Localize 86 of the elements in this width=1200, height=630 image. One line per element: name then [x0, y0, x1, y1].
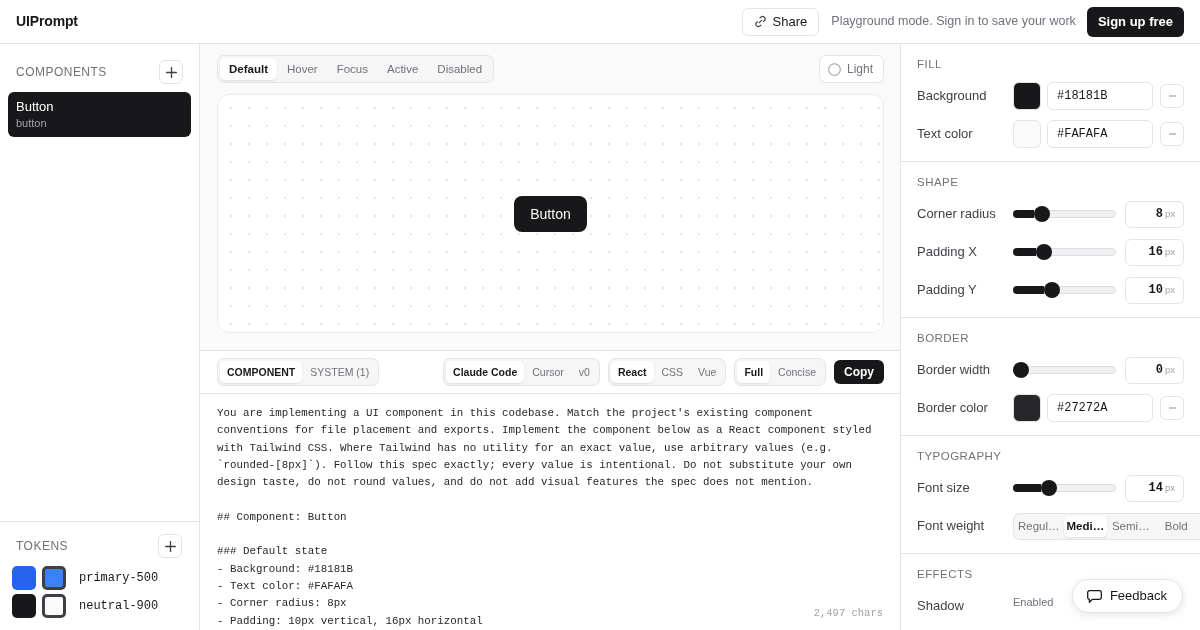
char-count: 2,497 chars — [813, 606, 883, 620]
section-label: COMPONENTS — [16, 64, 107, 81]
section-label: TOKENS — [16, 538, 68, 555]
chat-bubble-icon — [1086, 589, 1102, 603]
section-label: SHAPE — [917, 175, 960, 190]
share-button[interactable]: Share — [741, 7, 820, 36]
color-swatch-icon[interactable] — [1013, 120, 1041, 148]
prompt-heading: ## Component: Button — [217, 509, 347, 525]
target-option[interactable]: Claude Code — [446, 361, 525, 383]
token-name: primary-500 — [79, 570, 159, 587]
plus-icon — [164, 540, 176, 552]
output-tab[interactable]: COMPONENT — [220, 361, 303, 383]
number-field[interactable]: 16 px — [1125, 238, 1184, 266]
number-field[interactable]: 8 px — [1125, 200, 1184, 228]
circle-icon — [827, 62, 841, 76]
property-label: Shadow — [917, 597, 965, 616]
add-component-button[interactable] — [159, 60, 183, 84]
slider-thumb[interactable] — [1013, 362, 1029, 378]
state-tab[interactable]: Active — [378, 58, 428, 80]
framework-option[interactable]: Vue — [691, 361, 724, 383]
number-field[interactable]: 14 px — [1125, 474, 1184, 502]
hex-field[interactable]: #FAFAFA — [1047, 120, 1153, 148]
prompt-paragraph: You are implementing a UI component in this codebase. Match the project's existing component conventions for file placement and exports. Implement the component below as a React component styled with Tailwind CSS. Where Tailwind has no utility for an exact value, use arbitrary values (e.g. `rounded-[8px]`). Follow this spec exactly; every value is intentional. Do not substitute your own design taste, do not round values, and do not add visual features the spec does not mention. — [217, 406, 873, 491]
weight-option[interactable]: Medi… — [1063, 515, 1108, 537]
target-option[interactable]: Cursor — [525, 361, 571, 383]
framework-option[interactable]: React — [610, 361, 654, 383]
plus-icon — [165, 66, 177, 78]
prompt-heading: ### Default state — [217, 544, 328, 560]
property-label: Background — [917, 87, 988, 106]
component-list-item[interactable]: Button button — [8, 92, 191, 137]
hex-field[interactable]: #27272A — [1047, 394, 1153, 422]
slider-thumb[interactable] — [1036, 244, 1053, 260]
property-label: Padding Y — [917, 281, 978, 300]
minus-icon — [1168, 407, 1176, 409]
spec-line: - Background: #18181B — [217, 561, 354, 577]
framework-option[interactable]: CSS — [654, 361, 691, 383]
minus-icon — [1168, 133, 1176, 135]
shadow-status: Enabled — [1013, 594, 1054, 610]
weight-option[interactable]: Regul… — [1016, 515, 1062, 537]
feedback-button[interactable]: Feedback — [1071, 579, 1183, 613]
spec-line: - Padding: 10px vertical, 16px horizontal — [217, 613, 483, 629]
property-label: Border color — [917, 399, 989, 418]
hex-field[interactable]: #18181B — [1047, 82, 1153, 110]
spec-line: - Corner radius: 8px — [217, 596, 347, 612]
target-option[interactable]: v0 — [571, 361, 597, 383]
minus-icon — [1168, 95, 1176, 97]
spec-line: - Text color: #FAFAFA — [217, 578, 354, 594]
property-label: Font size — [917, 479, 971, 498]
property-label: Border width — [917, 361, 991, 380]
property-label: Corner radius — [917, 205, 997, 224]
detail-option[interactable]: Full — [737, 361, 771, 383]
add-token-button[interactable] — [158, 534, 182, 558]
sign-up-button[interactable]: Sign up free — [1086, 6, 1184, 37]
slider-thumb[interactable] — [1044, 282, 1061, 298]
number-field[interactable]: 0 px — [1125, 356, 1184, 384]
section-label: EFFECTS — [917, 567, 974, 582]
framed-swatch-icon[interactable] — [42, 566, 66, 590]
playground-notice: Playground mode. Sign in to save your work — [831, 13, 1076, 31]
detail-option[interactable]: Concise — [771, 361, 823, 383]
framed-swatch-icon[interactable] — [42, 594, 66, 618]
slider-thumb[interactable] — [1041, 480, 1058, 496]
section-label: FILL — [917, 57, 943, 72]
property-label: Text color — [917, 125, 974, 144]
property-label: Padding X — [917, 243, 978, 262]
number-field[interactable]: 10 px — [1125, 276, 1184, 304]
link-icon — [753, 15, 767, 28]
copy-button[interactable]: Copy — [834, 360, 884, 384]
token-name: neutral-900 — [79, 598, 159, 615]
state-tab[interactable]: Focus — [327, 58, 377, 80]
color-swatch-icon[interactable] — [12, 594, 36, 618]
color-swatch-icon[interactable] — [1013, 82, 1041, 110]
section-label: TYPOGRAPHY — [917, 449, 1003, 464]
weight-option[interactable]: Bold — [1154, 515, 1198, 537]
preview-button[interactable]: Button — [514, 195, 587, 232]
weight-option[interactable]: Semi… — [1109, 515, 1153, 537]
property-label: Font weight — [917, 517, 986, 536]
theme-toggle[interactable]: Light — [818, 55, 884, 83]
section-label: BORDER — [917, 331, 970, 346]
state-tab[interactable]: Hover — [278, 58, 327, 80]
state-tab[interactable]: Default — [220, 58, 277, 80]
state-tab[interactable]: Disabled — [428, 58, 492, 80]
output-tab[interactable]: SYSTEM (1) — [303, 361, 377, 383]
app-title: UIPrompt — [16, 12, 78, 31]
color-swatch-icon[interactable] — [1013, 394, 1041, 422]
slider-thumb[interactable] — [1034, 206, 1051, 222]
color-swatch-icon[interactable] — [12, 566, 36, 590]
